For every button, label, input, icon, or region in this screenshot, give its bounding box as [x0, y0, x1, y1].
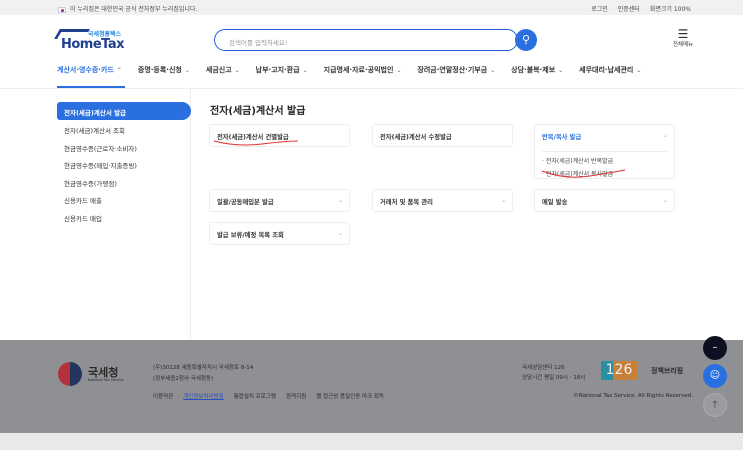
sidebar-item[interactable]: 현금영수증(근로자·소비자) [57, 138, 191, 156]
footer-link-remote[interactable]: 원격지원 [286, 392, 306, 400]
sidebar-item[interactable]: 현금영수증(매입·지출증빙) [57, 155, 191, 173]
hometax-logo[interactable]: 국세청홈택스 HomeTax [54, 28, 127, 52]
hamburger-icon: ☰ [677, 27, 689, 41]
chevron-down-icon: ⌄ [337, 230, 343, 237]
card-bulk-issue[interactable]: 일괄/공동매입분 발급 ⌄ [209, 189, 350, 212]
gov-notice: 이 누리집은 대한민국 공식 전자정부 누리집입니다. [70, 6, 198, 13]
policy-briefing-logo[interactable]: 정책브리핑 [651, 366, 683, 376]
sub-link-repeat[interactable]: · 전자(세금)계산서 반복발급 [542, 156, 667, 165]
minimize-button[interactable]: – [703, 336, 727, 360]
sub-link-copy[interactable]: · 전자(세금)계산서 복사발급 [542, 169, 667, 178]
footer-center: 국세상담센터 126 [522, 365, 565, 371]
sidebar-item[interactable]: 신용카드 매출 [57, 190, 191, 208]
nav-item[interactable]: 납부·고지·환급 ⌄ [256, 65, 308, 75]
card-pending-list[interactable]: 발급 보류/예정 목록 조회 ⌄ [209, 222, 350, 245]
footer: 국세청 National Tax Service (우)30128 세종특별자치… [0, 340, 743, 433]
footer-link-terms[interactable]: 이용약관 [153, 392, 173, 400]
cert-center-link[interactable]: 인증센터 [618, 4, 640, 13]
card-repeat-copy[interactable]: 반복/복사 발급 ⌄ · 전자(세금)계산서 반복발급 · 전자(세금)계산서 복… [534, 124, 675, 179]
nav-item[interactable]: 증명·등록·신청 ⌄ [138, 65, 190, 75]
nav-item[interactable]: 계산서·영수증·카드 ⌃ [57, 65, 122, 75]
footer-hours: 상담시간 평일 09시 - 18시 [522, 375, 586, 381]
nav-item[interactable]: 상담·불복·제보 ⌄ [511, 65, 563, 75]
robot-icon: ☺ [709, 370, 721, 381]
top-bar: 이 누리집은 대한민국 공식 전자정부 누리집입니다. 로그인 인증센터 화면크… [0, 0, 743, 15]
arrow-up-icon: ↑ [710, 400, 720, 411]
bottom-strip [0, 433, 743, 450]
nav-item[interactable]: 세금신고 ⌄ [206, 65, 240, 75]
sidebar-item[interactable]: 전자(세금)계산서 발급 [57, 102, 191, 120]
chevron-down-icon: ⌄ [500, 197, 506, 204]
all-menu-button[interactable]: ☰ 전체메뉴 [670, 28, 696, 48]
minus-icon: – [712, 342, 718, 353]
126-logo[interactable]: 126 [601, 361, 637, 380]
sidebar-item[interactable]: 전자(세금)계산서 조회 [57, 120, 191, 138]
card-single-issue[interactable]: 전자(세금)계산서 건별발급 [209, 124, 350, 147]
search-input[interactable]: 검색어를 입력하세요! [214, 29, 518, 51]
footer-address-2: (정부세종2청사 국세청동) [153, 376, 214, 382]
login-link[interactable]: 로그인 [591, 4, 608, 13]
footer-org-en: National Tax Service [88, 378, 124, 382]
footer-link-accessibility[interactable]: 웹 접근성 품질인증 마크 획득 [316, 392, 384, 400]
chatbot-button[interactable]: ☺ [703, 364, 727, 388]
search-button[interactable]: ⚲ [515, 29, 537, 51]
nav-item[interactable]: 세무대리·납세관리 ⌄ [579, 65, 641, 75]
nav-item[interactable]: 장려금·연말정산·기부금 ⌄ [417, 65, 495, 75]
card-title: 반복/복사 발급 [542, 134, 582, 141]
chevron-down-icon: ⌄ [662, 197, 668, 204]
all-menu-label: 전체메뉴 [672, 42, 694, 48]
card-partner-items[interactable]: 거래처 및 품목 관리 ⌄ [372, 189, 513, 212]
zoom-select[interactable]: 화면크기 100% [650, 4, 691, 13]
chevron-down-icon: ⌄ [662, 132, 668, 139]
logo-title: HomeTax [61, 37, 125, 52]
footer-address: (우)30128 세종특별자치시 국세청로 8-14 [153, 365, 254, 371]
chevron-down-icon: ⌄ [337, 197, 343, 204]
main-nav: 계산서·영수증·카드 ⌃ 증명·등록·신청 ⌄ 세금신고 ⌄ 납부·고지·환급 ⌄ 지급… [57, 65, 657, 75]
korea-flag-icon [58, 6, 66, 13]
search-icon: ⚲ [521, 33, 531, 46]
sidebar-item[interactable]: 신용카드 매입 [57, 208, 191, 226]
nav-item[interactable]: 지급명세·자료·공익법인 ⌄ [324, 65, 402, 75]
page-title: 전자(세금)계산서 발급 [210, 106, 306, 117]
card-mail-send[interactable]: 메일 발송 ⌄ [534, 189, 675, 212]
sidebar-item[interactable]: 현금영수증(가맹점) [57, 173, 191, 191]
footer-copyright: ©National Tax Service. All Rights Reserv… [573, 393, 693, 399]
nts-emblem-icon [58, 362, 82, 386]
footer-link-install[interactable]: 통합설치 프로그램 [234, 392, 276, 400]
card-amend-issue[interactable]: 전자(세금)계산서 수정발급 [372, 124, 513, 147]
footer-link-privacy[interactable]: 개인정보처리방침 [183, 392, 223, 400]
scroll-top-button[interactable]: ↑ [703, 393, 727, 417]
